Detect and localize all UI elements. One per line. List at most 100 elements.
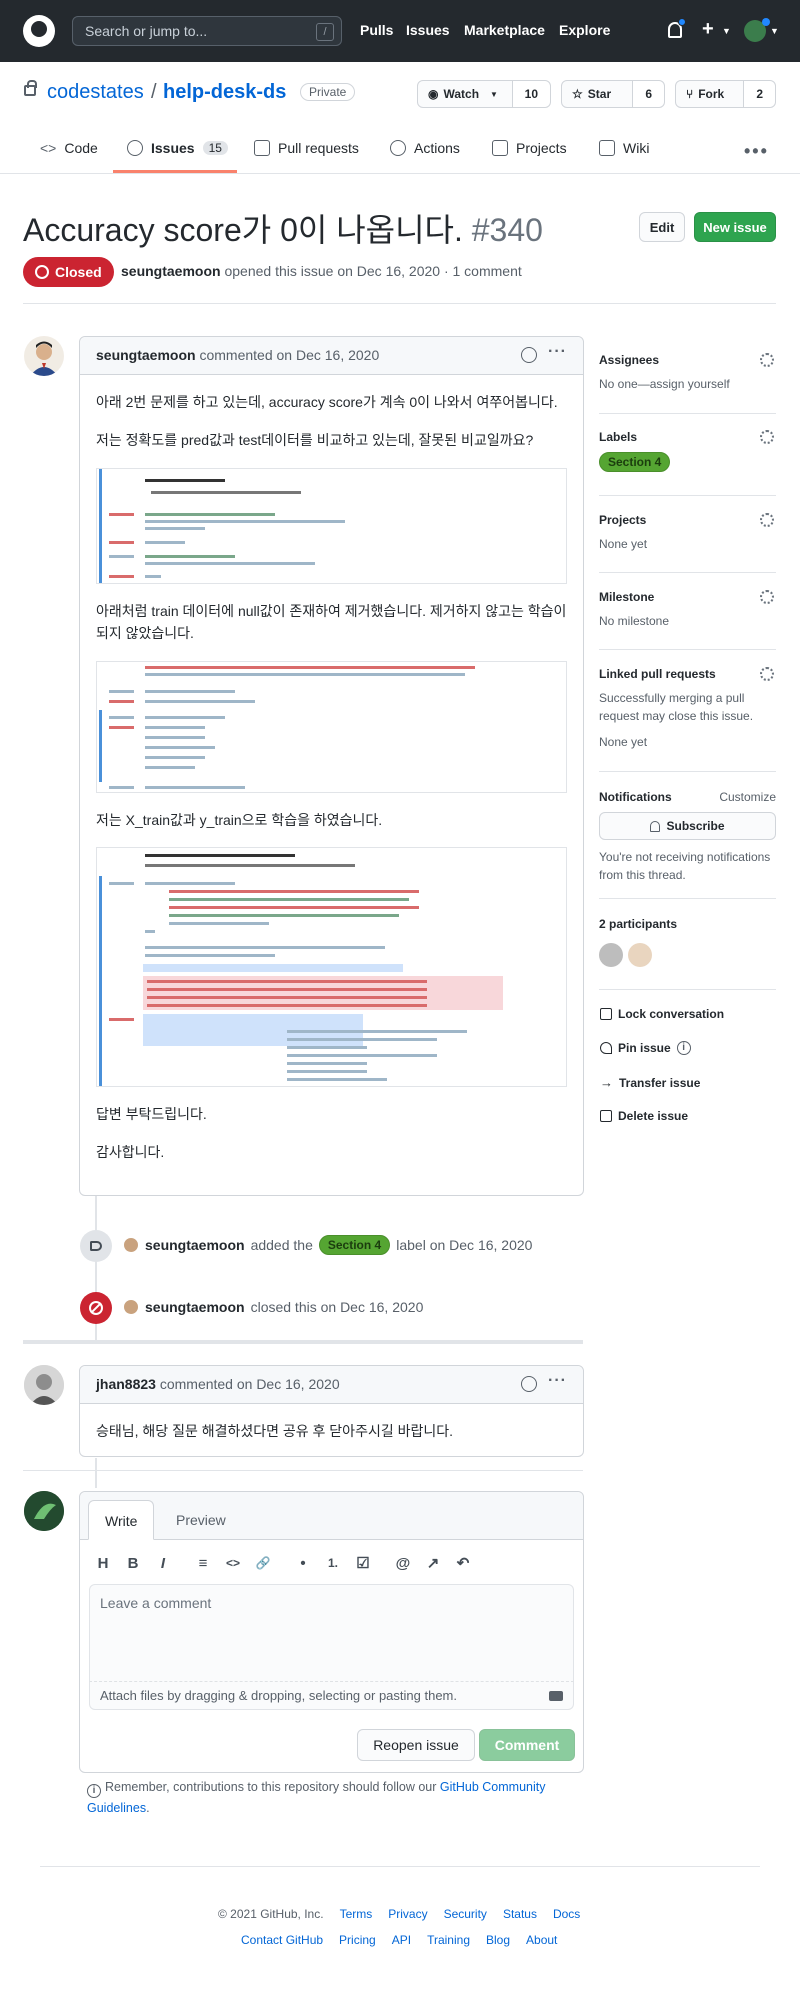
pin-issue-button[interactable]: Pin issue i xyxy=(600,1041,695,1055)
footer-link-training[interactable]: Training xyxy=(427,1933,470,1947)
comment-date[interactable]: commented on Dec 16, 2020 xyxy=(160,1376,340,1392)
comment-author-link[interactable]: seungtaemoon xyxy=(96,347,196,363)
comment-options-icon[interactable]: ··· xyxy=(548,343,567,361)
bulleted-list-icon[interactable]: • xyxy=(288,1555,318,1572)
watch-button[interactable]: ◉ Watch ▼ xyxy=(418,81,512,107)
github-logo-icon[interactable] xyxy=(23,15,55,47)
star-button[interactable]: ☆ Star xyxy=(562,81,632,107)
avatar[interactable] xyxy=(628,943,652,967)
footer-link-status[interactable]: Status xyxy=(503,1907,537,1921)
lock-conversation-button[interactable]: Lock conversation xyxy=(600,1007,724,1021)
event-author-link[interactable]: seungtaemoon xyxy=(145,1237,245,1253)
tab-actions[interactable]: Actions xyxy=(390,140,460,156)
quote-icon[interactable]: ≡ xyxy=(188,1555,218,1572)
avatar[interactable] xyxy=(123,1237,139,1253)
numbered-list-icon[interactable]: 1. xyxy=(318,1556,348,1570)
label-pill[interactable]: Section 4 xyxy=(318,1235,391,1255)
comment-textarea[interactable]: Leave a comment xyxy=(89,1584,574,1682)
saved-replies-icon[interactable]: ↶ xyxy=(448,1554,478,1572)
footer-link-docs[interactable]: Docs xyxy=(553,1907,580,1921)
comment-button[interactable]: Comment xyxy=(479,1729,575,1761)
watch-count[interactable]: 10 xyxy=(511,81,550,107)
attach-files-bar[interactable]: Attach files by dragging & dropping, sel… xyxy=(89,1682,574,1710)
avatar[interactable] xyxy=(123,1299,139,1315)
issue-author-link[interactable]: seungtaemoon xyxy=(121,263,221,279)
sidebar-title[interactable]: Linked pull requests xyxy=(599,667,776,681)
footer-link-terms[interactable]: Terms xyxy=(340,1907,373,1921)
nav-marketplace[interactable]: Marketplace xyxy=(464,22,545,38)
heading-icon[interactable]: H xyxy=(88,1555,118,1572)
more-tabs-icon[interactable]: ••• xyxy=(744,141,769,162)
star-label: Star xyxy=(587,87,612,101)
tab-wiki[interactable]: Wiki xyxy=(599,140,649,156)
gear-icon[interactable] xyxy=(760,353,774,367)
reopen-issue-button[interactable]: Reopen issue xyxy=(357,1729,475,1761)
tab-write[interactable]: Write xyxy=(88,1500,155,1540)
avatar[interactable] xyxy=(24,1365,64,1405)
footer-link-api[interactable]: API xyxy=(392,1933,411,1947)
sidebar-title[interactable]: Milestone xyxy=(599,590,776,604)
task-list-icon[interactable]: ☑ xyxy=(348,1554,378,1572)
tab-pull-requests[interactable]: Pull requests xyxy=(254,140,359,156)
info-icon[interactable]: i xyxy=(676,1041,691,1055)
transfer-issue-button[interactable]: → Transfer issue xyxy=(600,1075,700,1090)
tab-code[interactable]: <> Code xyxy=(40,140,98,156)
italic-icon[interactable]: I xyxy=(148,1555,178,1572)
code-icon[interactable]: <> xyxy=(218,1556,248,1570)
mention-icon[interactable]: @ xyxy=(388,1555,418,1572)
closed-event: seungtaemoon closed this on Dec 16, 2020 xyxy=(123,1299,423,1315)
fork-count[interactable]: 2 xyxy=(743,81,775,107)
footer-link-security[interactable]: Security xyxy=(444,1907,487,1921)
customize-link[interactable]: Customize xyxy=(719,790,776,804)
bold-icon[interactable]: B xyxy=(118,1555,148,1572)
markdown-icon[interactable] xyxy=(549,1691,563,1701)
gear-icon[interactable] xyxy=(760,430,774,444)
divider xyxy=(599,771,776,772)
link-icon[interactable]: 🔗 xyxy=(248,1556,278,1570)
footer-link-pricing[interactable]: Pricing xyxy=(339,1933,376,1947)
gear-icon[interactable] xyxy=(760,590,774,604)
create-new-plus-icon[interactable]: + xyxy=(702,18,714,41)
project-icon xyxy=(492,140,508,156)
gear-icon[interactable] xyxy=(760,513,774,527)
sidebar-title[interactable]: Projects xyxy=(599,513,776,527)
chevron-down-icon: ▼ xyxy=(722,26,731,36)
fork-button[interactable]: ⑂ Fork xyxy=(676,81,743,107)
footer-link-contact[interactable]: Contact GitHub xyxy=(241,1933,323,1947)
edit-button[interactable]: Edit xyxy=(639,212,685,242)
repo-name-link[interactable]: help-desk-ds xyxy=(163,81,286,104)
footer-divider xyxy=(40,1866,760,1867)
add-reaction-icon[interactable] xyxy=(521,347,537,363)
watch-label: Watch xyxy=(443,87,480,101)
nav-pulls[interactable]: Pulls xyxy=(360,22,393,38)
delete-issue-button[interactable]: Delete issue xyxy=(600,1109,688,1123)
add-reaction-icon[interactable] xyxy=(521,1376,537,1392)
tab-preview[interactable]: Preview xyxy=(160,1500,242,1540)
comment-author-link[interactable]: jhan8823 xyxy=(96,1376,156,1392)
comment-date[interactable]: commented on Dec 16, 2020 xyxy=(199,347,379,363)
footer-link-about[interactable]: About xyxy=(526,1933,557,1947)
tab-projects[interactable]: Projects xyxy=(492,140,567,156)
sidebar-title[interactable]: Labels xyxy=(599,430,776,444)
search-input[interactable]: Search or jump to... / xyxy=(72,16,342,46)
sidebar-title[interactable]: Assignees xyxy=(599,353,776,367)
subscribe-button[interactable]: Subscribe xyxy=(599,812,776,840)
star-count[interactable]: 6 xyxy=(632,81,664,107)
avatar[interactable] xyxy=(599,943,623,967)
unread-dot-icon xyxy=(678,18,686,26)
event-author-link[interactable]: seungtaemoon xyxy=(145,1299,245,1315)
repo-owner-link[interactable]: codestates xyxy=(47,81,144,104)
footer-link-privacy[interactable]: Privacy xyxy=(388,1907,427,1921)
nav-explore[interactable]: Explore xyxy=(559,22,610,38)
tab-issues[interactable]: Issues 15 xyxy=(127,140,228,156)
comment-options-icon[interactable]: ··· xyxy=(548,1372,567,1390)
avatar[interactable] xyxy=(24,1491,64,1531)
sidebar-value[interactable]: No one—assign yourself xyxy=(599,375,776,393)
nav-issues[interactable]: Issues xyxy=(406,22,450,38)
label-pill[interactable]: Section 4 xyxy=(599,452,671,472)
avatar[interactable] xyxy=(24,336,64,376)
cross-reference-icon[interactable]: ↗ xyxy=(418,1554,448,1572)
footer-link-blog[interactable]: Blog xyxy=(486,1933,510,1947)
gear-icon[interactable] xyxy=(760,667,774,681)
new-issue-button[interactable]: New issue xyxy=(694,212,776,242)
